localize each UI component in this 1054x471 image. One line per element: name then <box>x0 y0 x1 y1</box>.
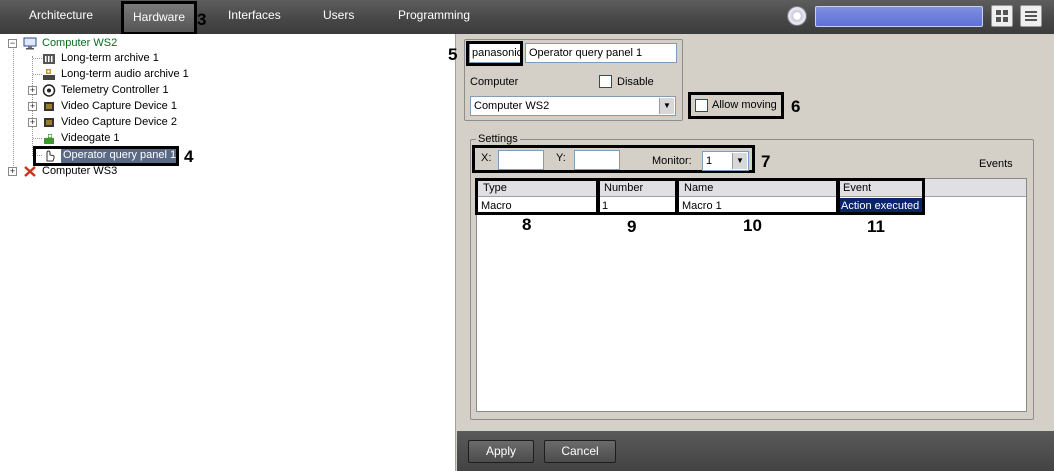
tree-item-videogate[interactable]: Videogate 1 <box>42 131 242 146</box>
tree-item-long-term-archive[interactable]: Long-term archive 1 <box>42 51 242 66</box>
hardware-tree[interactable]: − Computer WS2 Long-term archive 1 Long-… <box>0 34 456 471</box>
search-input[interactable] <box>815 6 983 27</box>
callout-11: 11 <box>867 217 885 236</box>
callout-3: 3 <box>197 10 207 29</box>
capture-card-icon <box>44 118 54 127</box>
events-label: Events <box>979 158 1013 170</box>
expand-toggle[interactable]: + <box>8 167 17 176</box>
callout-10: 10 <box>743 216 762 235</box>
menu-list-button[interactable] <box>1020 5 1042 27</box>
disable-checkbox[interactable] <box>599 75 612 88</box>
callout-7: 7 <box>761 152 771 171</box>
tab-architecture[interactable]: Architecture <box>29 8 93 22</box>
cancel-button[interactable]: Cancel <box>544 440 616 463</box>
bottom-button-bar: Apply Cancel <box>457 431 1054 471</box>
tree-item-telemetry-controller[interactable]: Telemetry Controller 1 <box>42 83 242 98</box>
videogate-icon <box>44 134 54 144</box>
allow-moving-label: Allow moving <box>712 99 777 111</box>
monitor-icon <box>23 37 37 50</box>
tree-item-audio-archive[interactable]: Long-term audio archive 1 <box>42 67 262 82</box>
tab-users[interactable]: Users <box>323 8 354 22</box>
computer-select[interactable]: Computer WS2 ▼ <box>470 96 676 116</box>
callout-8: 8 <box>522 215 532 234</box>
callout-box-4 <box>33 146 179 166</box>
y-input[interactable] <box>574 150 620 170</box>
apply-button[interactable]: Apply <box>468 440 534 463</box>
tree-item-computer-ws2[interactable]: Computer WS2 <box>23 36 223 51</box>
settings-gear-icon[interactable] <box>787 6 807 26</box>
callout-box-8 <box>475 178 599 215</box>
callout-4: 4 <box>184 147 194 166</box>
audio-archive-icon <box>43 69 55 80</box>
x-label: X: <box>481 152 492 164</box>
tab-interfaces[interactable]: Interfaces <box>228 8 281 22</box>
collapse-toggle[interactable]: − <box>8 39 17 48</box>
disable-label: Disable <box>617 76 654 88</box>
telemetry-icon <box>42 84 56 97</box>
x-input[interactable] <box>498 150 544 170</box>
chevron-down-icon[interactable]: ▼ <box>659 98 674 114</box>
computer-label: Computer <box>470 76 519 88</box>
tree-item-video-capture-2[interactable]: Video Capture Device 2 <box>42 115 242 130</box>
callout-6: 6 <box>791 97 801 116</box>
red-x-icon <box>24 166 36 177</box>
monitor-select[interactable]: 1 ▼ <box>702 151 749 171</box>
layout-grid-button[interactable] <box>991 5 1013 27</box>
callout-box-11 <box>837 178 925 215</box>
settings-label: Settings <box>476 133 520 145</box>
monitor-label: Monitor: <box>652 155 692 167</box>
y-label: Y: <box>556 152 566 164</box>
tab-programming[interactable]: Programming <box>398 8 470 22</box>
archive-icon <box>43 54 55 64</box>
tree-item-video-capture-1[interactable]: Video Capture Device 1 <box>42 99 242 114</box>
object-name-input[interactable]: Operator query panel 1 <box>525 43 677 63</box>
top-navigation-bar: Architecture Hardware Interfaces Users P… <box>0 0 1054 35</box>
tab-hardware[interactable]: Hardware <box>121 1 198 35</box>
callout-9: 9 <box>627 217 637 236</box>
expand-toggle[interactable]: + <box>28 102 37 111</box>
callout-5: 5 <box>448 45 458 64</box>
chevron-down-icon[interactable]: ▼ <box>732 153 747 169</box>
callout-box-10 <box>676 178 839 215</box>
expand-toggle[interactable]: + <box>28 118 37 127</box>
column-header-filler <box>925 179 1026 197</box>
allow-moving-checkbox[interactable] <box>695 99 708 112</box>
expand-toggle[interactable]: + <box>28 86 37 95</box>
callout-box-9 <box>597 178 678 215</box>
callout-box-5 <box>466 41 523 66</box>
capture-card-icon <box>44 102 54 111</box>
